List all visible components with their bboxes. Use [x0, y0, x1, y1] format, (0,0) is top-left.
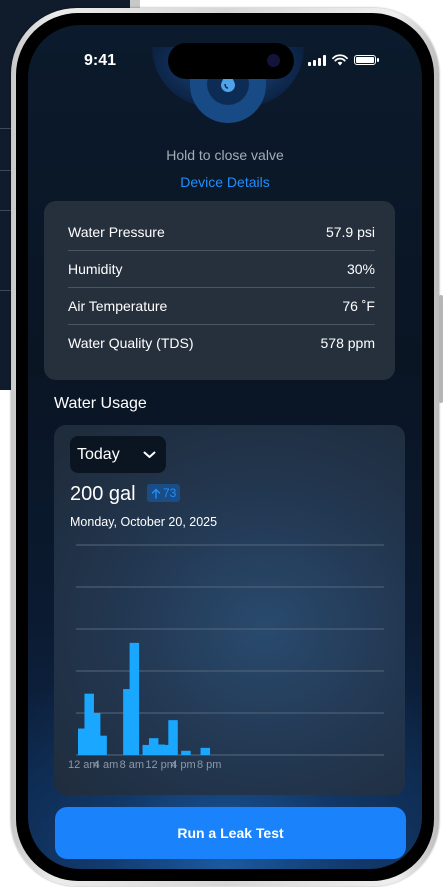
chart-x-tick-label: 8 pm	[197, 759, 221, 771]
water-usage-title: Water Usage	[54, 395, 147, 412]
metric-label: Water Quality (TDS)	[68, 334, 194, 351]
status-time: 9:41	[84, 52, 117, 69]
chart-x-tick-label: 4 am	[94, 759, 118, 771]
metric-label: Humidity	[68, 260, 123, 277]
status-icons	[308, 54, 379, 66]
device-details-link[interactable]: Device Details	[28, 174, 422, 190]
metric-label: Air Temperature	[68, 297, 168, 314]
metric-value: 30%	[346, 260, 375, 277]
metric-row-water-quality: Water Quality (TDS) 578 ppm	[68, 324, 375, 361]
camera	[267, 54, 280, 67]
water-usage-card: Today 200 gal 73 Monday, October 20, 202…	[54, 425, 405, 795]
chart-bar	[168, 720, 178, 755]
phone-frame: 9:41 Hold to close valve Device Details …	[11, 8, 443, 886]
chart-bar	[200, 747, 211, 755]
chart-x-tick-label: 8 am	[120, 759, 144, 771]
cellular-signal-icon	[308, 54, 326, 66]
side-button	[439, 295, 443, 403]
metric-row-water-pressure: Water Pressure 57.9 psi	[68, 213, 375, 251]
metric-value: 76 ˚F	[342, 297, 375, 314]
metric-value: 578 ppm	[320, 334, 375, 351]
app-screen: 9:41 Hold to close valve Device Details …	[28, 25, 422, 869]
metric-row-air-temperature: Air Temperature 76 ˚F	[68, 287, 375, 325]
phone-bezel: 9:41 Hold to close valve Device Details …	[16, 13, 434, 881]
usage-bar-chart: 12 am4 am 8 am 12 pm4 pm 8 pm	[68, 544, 384, 771]
chart-bar	[97, 735, 107, 755]
metric-row-humidity: Humidity 30%	[68, 250, 375, 288]
battery-icon	[354, 55, 379, 65]
run-leak-test-button[interactable]: Run a Leak Test	[55, 807, 406, 859]
chart-x-tick-label: 4 pm	[171, 759, 195, 771]
chart-bar	[181, 750, 191, 755]
dynamic-island	[168, 43, 294, 79]
chart-bar	[129, 642, 140, 755]
metrics-card: Water Pressure 57.9 psi Humidity 30% Air…	[44, 201, 395, 380]
wifi-icon	[332, 54, 348, 66]
metric-value: 57.9 psi	[325, 223, 375, 240]
metric-label: Water Pressure	[68, 223, 165, 240]
valve-hint: Hold to close valve	[166, 147, 284, 163]
